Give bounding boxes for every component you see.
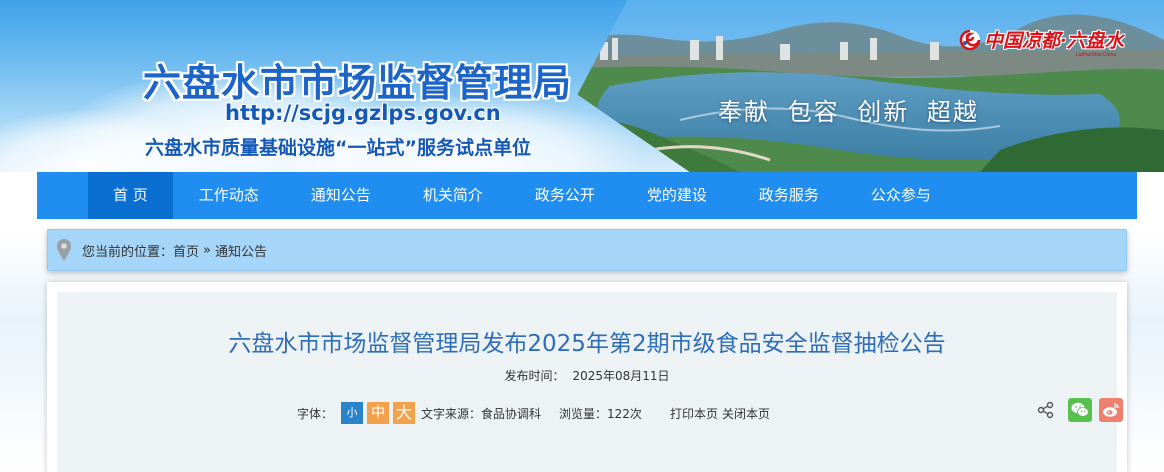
- print-page-link[interactable]: 打印本页: [670, 405, 718, 422]
- wechat-icon: [1071, 402, 1089, 417]
- nav-item-party-building[interactable]: 党的建设: [621, 172, 733, 219]
- nav-item-notices[interactable]: 通知公告: [285, 172, 397, 219]
- breadcrumb-notices-link[interactable]: 通知公告: [215, 241, 267, 260]
- nav-item-gov-affairs[interactable]: 政务公开: [509, 172, 621, 219]
- site-url: http://scjg.gzlps.gov.cn: [225, 101, 501, 125]
- publish-date: 2025年08月11日: [572, 369, 670, 383]
- nav-item-home[interactable]: 首 页: [88, 172, 173, 219]
- publish-info: 发布时间： 2025年08月11日: [57, 367, 1117, 384]
- breadcrumb-prefix: 您当前的位置：: [82, 244, 174, 260]
- nav-item-public-participation[interactable]: 公众参与: [845, 172, 957, 219]
- font-small-button[interactable]: 小: [341, 402, 364, 424]
- share-icon[interactable]: [1037, 401, 1055, 419]
- site-title: 六盘水市市场监督管理局: [143, 61, 573, 105]
- article-meta-bar: 字体： 小 中 大 文字来源：食品协调科 浏览量：122次 打印本页 关闭本页: [297, 400, 770, 426]
- breadcrumb: 您当前的位置： 首页 » 通知公告: [47, 229, 1127, 271]
- nav-item-about[interactable]: 机关简介: [397, 172, 509, 219]
- breadcrumb-home-link[interactable]: 首页: [173, 241, 199, 260]
- swirl-logo-icon: [959, 29, 981, 50]
- share-bar: [1037, 398, 1123, 422]
- font-large-button[interactable]: 大: [393, 402, 416, 424]
- article-card: 六盘水市市场监督管理局发布2025年第2期市级食品安全监督抽检公告 发布时间： 2…: [47, 282, 1127, 472]
- weibo-icon: [1103, 403, 1119, 417]
- nav-item-work-news[interactable]: 工作动态: [173, 172, 285, 219]
- breadcrumb-separator: »: [203, 242, 211, 258]
- font-medium-button[interactable]: 中: [367, 402, 390, 424]
- font-size-label: 字体：: [297, 406, 334, 421]
- site-banner: 六盘水市市场监督管理局 http://scjg.gzlps.gov.cn 六盘水…: [0, 0, 1164, 172]
- article-body: 六盘水市市场监督管理局发布2025年第2期市级食品安全监督抽检公告 发布时间： 2…: [57, 292, 1123, 472]
- page: 六盘水市市场监督管理局 http://scjg.gzlps.gov.cn 六盘水…: [0, 0, 1164, 472]
- site-subtitle: 六盘水市质量基础设施“一站式”服务试点单位: [145, 137, 531, 159]
- brand-logo-subtext: LiuPanShui China: [1076, 52, 1117, 58]
- view-count: 浏览量：122次: [559, 406, 642, 421]
- article-source: 文字来源：食品协调科: [421, 406, 542, 421]
- wechat-share-button[interactable]: [1068, 398, 1092, 422]
- weibo-share-button[interactable]: [1099, 398, 1123, 422]
- nav-item-gov-services[interactable]: 政务服务: [733, 172, 845, 219]
- brand-logo: 中国凉都·六盘水 LiuPanShui China: [958, 26, 1124, 58]
- publish-label: 发布时间：: [504, 369, 565, 383]
- location-pin-icon: [57, 239, 71, 261]
- close-page-link[interactable]: 关闭本页: [722, 405, 770, 422]
- article-title: 六盘水市市场监督管理局发布2025年第2期市级食品安全监督抽检公告: [228, 331, 946, 357]
- slogan: 奉献 包容 创新 超越: [718, 98, 979, 126]
- brand-logo-text: 中国凉都·六盘水: [984, 30, 1124, 52]
- main-nav: 首 页 工作动态 通知公告 机关简介 政务公开 党的建设 政务服务 公众参与: [37, 172, 1137, 219]
